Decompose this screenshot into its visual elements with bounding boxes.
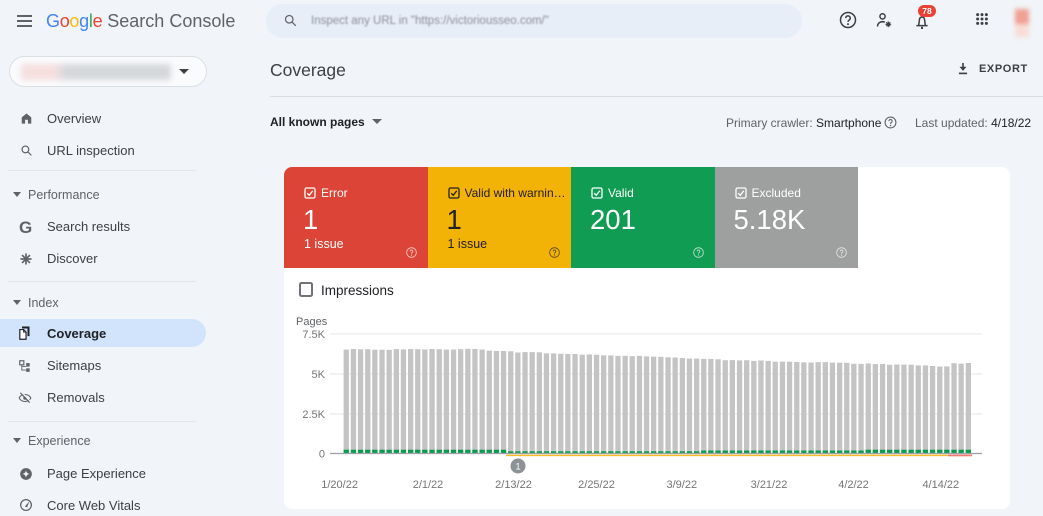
- svg-text:1/20/22: 1/20/22: [321, 479, 358, 491]
- svg-text:3/9/22: 3/9/22: [667, 479, 698, 491]
- svg-text:2/25/22: 2/25/22: [578, 479, 615, 491]
- svg-text:7.5K: 7.5K: [302, 329, 325, 341]
- svg-text:2.5K: 2.5K: [302, 409, 325, 421]
- svg-text:4/2/22: 4/2/22: [838, 479, 869, 491]
- svg-text:3/21/22: 3/21/22: [751, 479, 788, 491]
- svg-text:2/1/22: 2/1/22: [413, 479, 444, 491]
- svg-text:1: 1: [515, 462, 520, 472]
- svg-text:5K: 5K: [312, 369, 326, 381]
- svg-text:2/13/22: 2/13/22: [495, 479, 532, 491]
- svg-text:0: 0: [319, 449, 325, 461]
- svg-text:4/14/22: 4/14/22: [922, 479, 959, 491]
- svg-text:Pages: Pages: [296, 316, 328, 328]
